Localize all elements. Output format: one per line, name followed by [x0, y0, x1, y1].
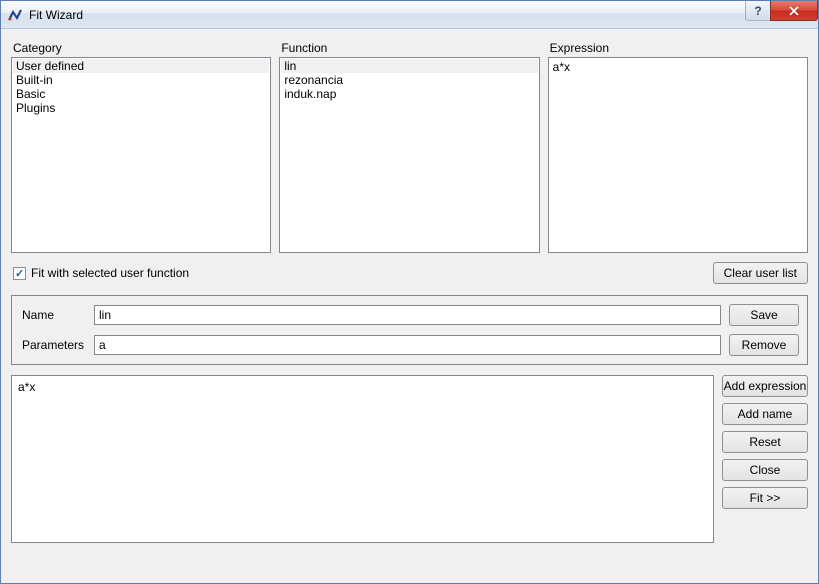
- remove-button[interactable]: Remove: [729, 334, 799, 356]
- function-item[interactable]: lin: [281, 59, 537, 73]
- expression-editor[interactable]: a*x: [11, 375, 714, 543]
- app-icon: [7, 7, 23, 23]
- parameters-row: Parameters Remove: [20, 334, 799, 356]
- check-icon: ✓: [15, 267, 24, 280]
- expression-column: Expression a*x: [548, 41, 808, 253]
- window-controls: ?: [746, 1, 818, 21]
- parameters-label: Parameters: [20, 338, 86, 352]
- help-icon: ?: [754, 4, 761, 18]
- bottom-row: a*x Add expression Add name Reset Close …: [11, 375, 808, 543]
- checkbox-box: ✓: [13, 267, 26, 280]
- top-columns: Category User defined Built-in Basic Plu…: [11, 41, 808, 253]
- category-label: Category: [11, 41, 271, 55]
- parameters-input[interactable]: [94, 335, 721, 355]
- mid-row: ✓ Fit with selected user function Clear …: [11, 261, 808, 285]
- function-item[interactable]: rezonancia: [281, 73, 537, 87]
- save-button[interactable]: Save: [729, 304, 799, 326]
- name-label: Name: [20, 308, 86, 322]
- close-window-button[interactable]: [770, 1, 818, 21]
- titlebar[interactable]: Fit Wizard ?: [1, 1, 818, 29]
- user-function-panel: Name Save Parameters Remove: [11, 295, 808, 365]
- add-expression-button[interactable]: Add expression: [722, 375, 808, 397]
- category-item[interactable]: Plugins: [13, 101, 269, 115]
- function-column: Function lin rezonancia induk.nap: [279, 41, 539, 253]
- category-listbox[interactable]: User defined Built-in Basic Plugins: [11, 57, 271, 253]
- expression-label: Expression: [548, 41, 808, 55]
- help-button[interactable]: ?: [745, 1, 771, 21]
- category-column: Category User defined Built-in Basic Plu…: [11, 41, 271, 253]
- right-button-column: Add expression Add name Reset Close Fit …: [722, 375, 808, 543]
- name-input[interactable]: [94, 305, 721, 325]
- category-item[interactable]: Built-in: [13, 73, 269, 87]
- function-listbox[interactable]: lin rezonancia induk.nap: [279, 57, 539, 253]
- add-name-button[interactable]: Add name: [722, 403, 808, 425]
- function-label: Function: [279, 41, 539, 55]
- window-title: Fit Wizard: [29, 8, 83, 22]
- reset-button[interactable]: Reset: [722, 431, 808, 453]
- category-item[interactable]: User defined: [13, 59, 269, 73]
- close-button[interactable]: Close: [722, 459, 808, 481]
- function-item[interactable]: induk.nap: [281, 87, 537, 101]
- dialog-body: Category User defined Built-in Basic Plu…: [11, 41, 808, 573]
- checkbox-label: Fit with selected user function: [31, 266, 189, 280]
- clear-user-list-button[interactable]: Clear user list: [713, 262, 808, 284]
- close-icon: [788, 6, 800, 16]
- fit-button[interactable]: Fit >>: [722, 487, 808, 509]
- expression-display: a*x: [548, 57, 808, 253]
- name-row: Name Save: [20, 304, 799, 326]
- fit-selected-checkbox[interactable]: ✓ Fit with selected user function: [11, 266, 189, 280]
- category-item[interactable]: Basic: [13, 87, 269, 101]
- fit-wizard-window: Fit Wizard ? Category User defined Built…: [0, 0, 819, 584]
